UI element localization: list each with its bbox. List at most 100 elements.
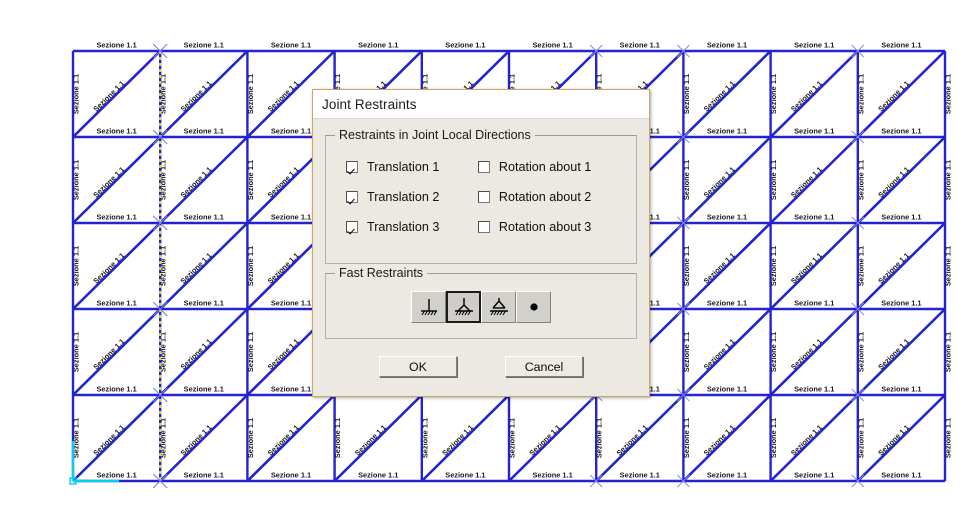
svg-text:Sezione 1.1: Sezione 1.1 <box>508 418 517 458</box>
roller-restraint-button[interactable] <box>481 291 516 323</box>
restraint-row: Translation 3 Rotation about 3 <box>326 212 636 242</box>
svg-text:Sezione 1.1: Sezione 1.1 <box>794 471 834 480</box>
svg-text:Sezione 1.1: Sezione 1.1 <box>271 213 311 222</box>
svg-text:Sezione 1.1: Sezione 1.1 <box>271 299 311 308</box>
svg-text:Sezione 1.1: Sezione 1.1 <box>620 41 660 50</box>
svg-text:Sezione 1.1: Sezione 1.1 <box>333 418 342 458</box>
checkbox-box-icon[interactable] <box>477 191 490 203</box>
checkbox-translation-1[interactable]: Translation 1 <box>346 160 478 174</box>
svg-text:Sezione 1.1: Sezione 1.1 <box>595 418 604 458</box>
svg-text:Sezione 1.1: Sezione 1.1 <box>944 246 953 286</box>
svg-text:Sezione 1.1: Sezione 1.1 <box>794 299 834 308</box>
svg-text:Sezione 1.1: Sezione 1.1 <box>246 160 255 200</box>
svg-text:Sezione 1.1: Sezione 1.1 <box>96 385 136 394</box>
svg-text:Sezione 1.1: Sezione 1.1 <box>881 299 921 308</box>
svg-text:Sezione 1.1: Sezione 1.1 <box>358 471 398 480</box>
fast-restraints-group-title: Fast Restraints <box>335 266 428 280</box>
svg-text:Sezione 1.1: Sezione 1.1 <box>881 41 921 50</box>
svg-text:Sezione 1.1: Sezione 1.1 <box>682 332 691 372</box>
checkbox-box-icon[interactable] <box>346 221 358 233</box>
svg-text:Sezione 1.1: Sezione 1.1 <box>794 41 834 50</box>
svg-text:Sezione 1.1: Sezione 1.1 <box>184 471 224 480</box>
dialog-title: Joint Restraints <box>322 96 417 112</box>
svg-text:Sezione 1.1: Sezione 1.1 <box>682 418 691 458</box>
svg-text:Sezione 1.1: Sezione 1.1 <box>794 213 834 222</box>
svg-text:Sezione 1.1: Sezione 1.1 <box>72 332 81 372</box>
svg-text:Sezione 1.1: Sezione 1.1 <box>707 127 747 136</box>
svg-text:Sezione 1.1: Sezione 1.1 <box>532 41 572 50</box>
svg-text:Sezione 1.1: Sezione 1.1 <box>246 332 255 372</box>
checkbox-translation-2[interactable]: Translation 2 <box>346 190 478 204</box>
svg-text:Sezione 1.1: Sezione 1.1 <box>96 127 136 136</box>
svg-text:Sezione 1.1: Sezione 1.1 <box>445 471 485 480</box>
svg-text:Sezione 1.1: Sezione 1.1 <box>96 213 136 222</box>
svg-text:Sezione 1.1: Sezione 1.1 <box>184 299 224 308</box>
checkbox-rotation-about-2[interactable]: Rotation about 2 <box>477 190 636 204</box>
restraints-group-title: Restraints in Joint Local Directions <box>335 128 535 142</box>
svg-text:Sezione 1.1: Sezione 1.1 <box>707 213 747 222</box>
free-restraint-icon <box>529 303 538 311</box>
ok-button[interactable]: OK <box>379 356 457 377</box>
svg-text:Sezione 1.1: Sezione 1.1 <box>532 471 572 480</box>
checkbox-box-icon[interactable] <box>346 161 358 173</box>
fast-restraints-group: Fast Restraints <box>325 266 637 339</box>
restraint-row: Translation 1 Rotation about 1 <box>326 152 636 182</box>
svg-text:Sezione 1.1: Sezione 1.1 <box>769 160 778 200</box>
svg-text:Sezione 1.1: Sezione 1.1 <box>271 471 311 480</box>
svg-text:Sezione 1.1: Sezione 1.1 <box>246 246 255 286</box>
svg-text:Sezione 1.1: Sezione 1.1 <box>445 41 485 50</box>
svg-text:Sezione 1.1: Sezione 1.1 <box>944 74 953 114</box>
svg-text:Sezione 1.1: Sezione 1.1 <box>246 74 255 114</box>
restraint-row: Translation 2 Rotation about 2 <box>326 182 636 212</box>
svg-text:Sezione 1.1: Sezione 1.1 <box>96 299 136 308</box>
svg-text:Sezione 1.1: Sezione 1.1 <box>707 385 747 394</box>
checkbox-label: Rotation about 2 <box>498 190 592 204</box>
svg-text:Sezione 1.1: Sezione 1.1 <box>246 418 255 458</box>
free-restraint-button[interactable] <box>516 291 551 323</box>
svg-text:Sezione 1.1: Sezione 1.1 <box>682 74 691 114</box>
svg-text:Sezione 1.1: Sezione 1.1 <box>682 246 691 286</box>
checkbox-box-icon[interactable] <box>346 191 358 203</box>
svg-text:Sezione 1.1: Sezione 1.1 <box>881 385 921 394</box>
checkbox-rotation-about-3[interactable]: Rotation about 3 <box>477 220 636 234</box>
svg-text:Sezione 1.1: Sezione 1.1 <box>72 74 81 114</box>
svg-text:Sezione 1.1: Sezione 1.1 <box>944 418 953 458</box>
svg-text:Sezione 1.1: Sezione 1.1 <box>794 127 834 136</box>
svg-text:Sezione 1.1: Sezione 1.1 <box>769 246 778 286</box>
svg-text:Sezione 1.1: Sezione 1.1 <box>682 160 691 200</box>
svg-text:Sezione 1.1: Sezione 1.1 <box>358 41 398 50</box>
svg-text:Sezione 1.1: Sezione 1.1 <box>96 471 136 480</box>
cancel-button[interactable]: Cancel <box>505 356 583 377</box>
checkbox-label: Translation 1 <box>367 160 440 174</box>
pinned-restraint-button[interactable] <box>446 291 481 323</box>
svg-text:Sezione 1.1: Sezione 1.1 <box>707 299 747 308</box>
checkbox-translation-3[interactable]: Translation 3 <box>346 220 478 234</box>
svg-text:Sezione 1.1: Sezione 1.1 <box>707 41 747 50</box>
svg-text:Sezione 1.1: Sezione 1.1 <box>794 385 834 394</box>
svg-text:Sezione 1.1: Sezione 1.1 <box>420 418 429 458</box>
checkbox-rotation-about-1[interactable]: Rotation about 1 <box>477 160 636 174</box>
application-window: Sezione 1.1 Sezione 1.1 Sezione 1.1 Sezione… <box>0 0 978 522</box>
checkbox-label: Rotation about 3 <box>498 220 592 234</box>
svg-text:Sezione 1.1: Sezione 1.1 <box>184 385 224 394</box>
checkbox-box-icon[interactable] <box>477 221 490 233</box>
svg-text:Sezione 1.1: Sezione 1.1 <box>96 41 136 50</box>
svg-text:Sezione 1.1: Sezione 1.1 <box>881 471 921 480</box>
dialog-button-row: OK Cancel <box>325 356 637 377</box>
svg-text:Sezione 1.1: Sezione 1.1 <box>881 213 921 222</box>
svg-text:Sezione 1.1: Sezione 1.1 <box>856 160 865 200</box>
checkbox-box-icon[interactable] <box>477 161 490 173</box>
dialog-body: Restraints in Joint Local Directions Tra… <box>313 119 649 396</box>
svg-text:Sezione 1.1: Sezione 1.1 <box>271 127 311 136</box>
checkbox-label: Rotation about 1 <box>498 160 592 174</box>
fixed-restraint-icon <box>420 299 437 316</box>
svg-text:Sezione 1.1: Sezione 1.1 <box>707 471 747 480</box>
svg-text:Sezione 1.1: Sezione 1.1 <box>856 418 865 458</box>
svg-text:Sezione 1.1: Sezione 1.1 <box>620 471 660 480</box>
dialog-titlebar[interactable]: Joint Restraints <box>313 90 649 119</box>
fast-restraints-button-row <box>326 291 636 323</box>
fixed-restraint-button[interactable] <box>411 291 446 323</box>
svg-text:Sezione 1.1: Sezione 1.1 <box>184 213 224 222</box>
pinned-restraint-icon <box>454 298 473 316</box>
roller-restraint-icon <box>489 298 508 316</box>
